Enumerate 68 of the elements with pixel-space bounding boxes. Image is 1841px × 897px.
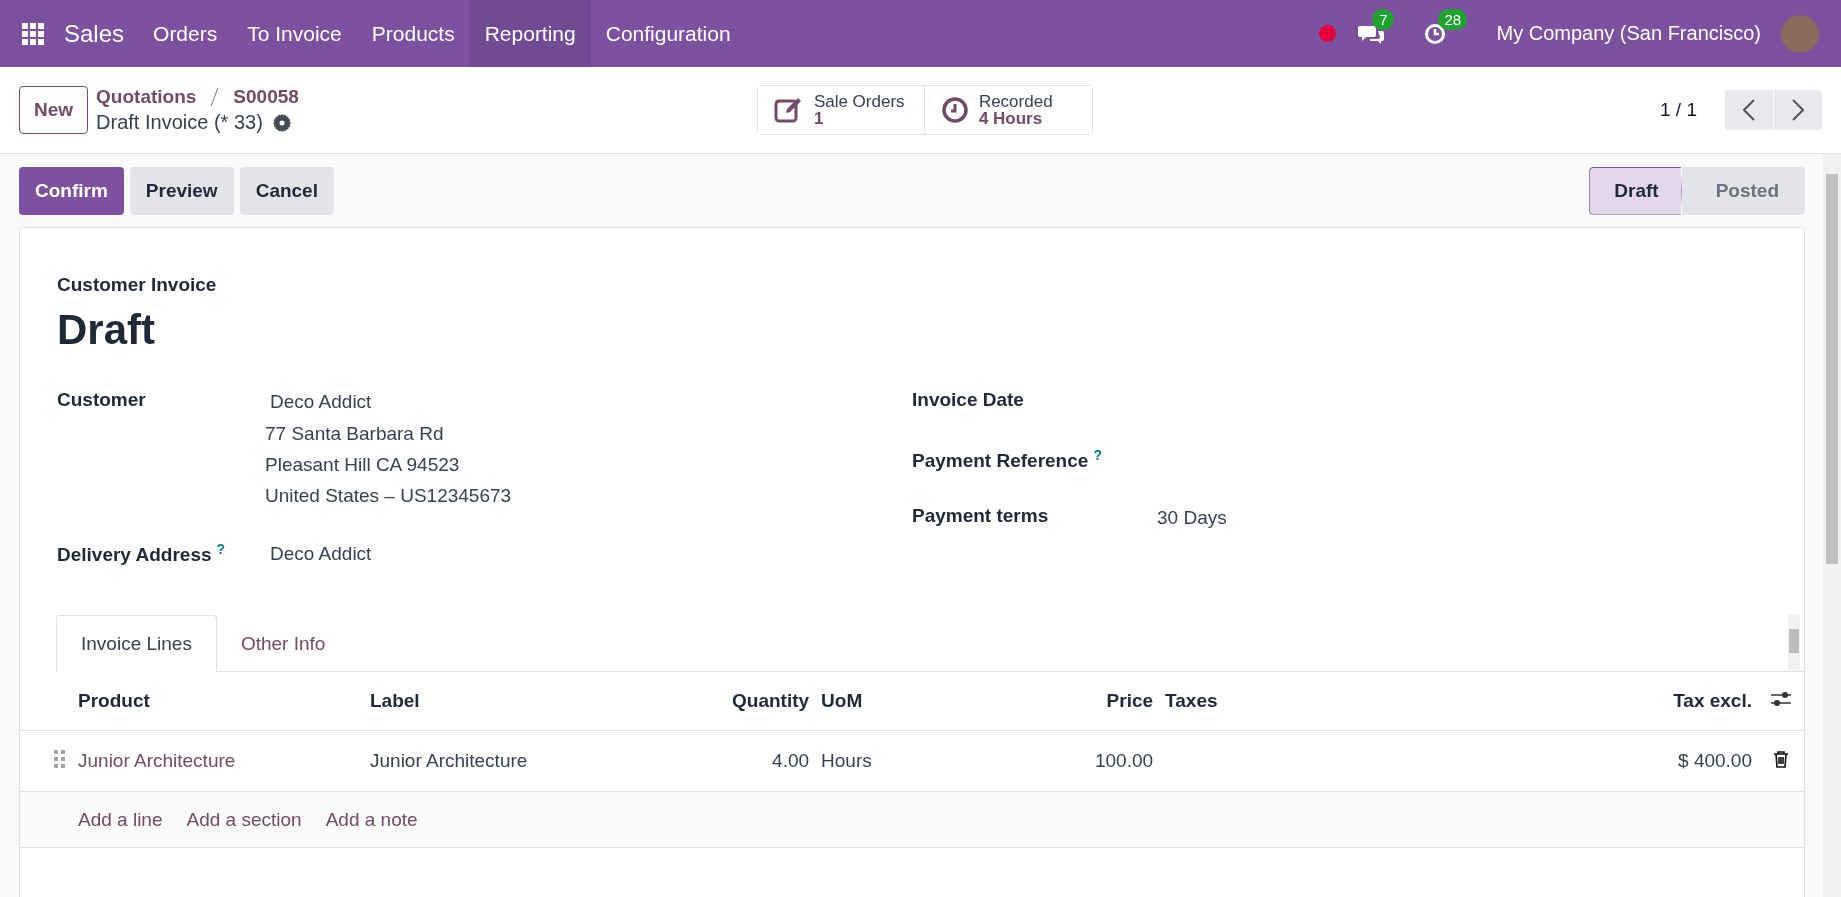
menu-item[interactable]: Configuration [590, 0, 746, 67]
action-button[interactable]: Confirm [19, 166, 124, 215]
column-header[interactable]: UoM [821, 690, 863, 711]
address-line: United States – US12345673 [265, 484, 512, 508]
scrollbar[interactable] [1823, 154, 1841, 897]
column-header[interactable]: Product [78, 690, 150, 711]
document-type: Customer Invoice [57, 274, 218, 296]
status-dot-icon[interactable] [1319, 25, 1337, 42]
clock-icon [940, 96, 969, 124]
field-value[interactable]: 30 Days [1152, 500, 1232, 533]
column-header[interactable]: Label [370, 690, 420, 711]
smart-button[interactable]: Sale Orders 1 [757, 86, 925, 134]
menu-item[interactable]: To Invoice [232, 0, 357, 67]
table-cell[interactable]: Junior Architecture [78, 750, 236, 771]
new-button[interactable]: New [19, 86, 89, 134]
drag-handle-icon[interactable] [54, 749, 66, 768]
pager-counter: 1 / 1 [1660, 99, 1697, 121]
field-label: Delivery Address [57, 544, 212, 566]
add-link[interactable]: Add a line [78, 808, 163, 831]
help-tooltip[interactable]: ? [1093, 447, 1102, 463]
column-header[interactable]: Tax excl. [1673, 690, 1752, 711]
status-step[interactable]: Draft [1589, 166, 1682, 215]
field-value[interactable]: Deco Addict [265, 536, 377, 569]
add-link[interactable]: Add a section [186, 808, 302, 831]
field-label: Customer [57, 389, 146, 410]
add-link[interactable]: Add a note [325, 808, 418, 831]
next-button[interactable] [1774, 90, 1822, 130]
sliders-icon[interactable] [1771, 689, 1791, 708]
column-header[interactable]: Price [1106, 690, 1154, 711]
breadcrumb-link[interactable]: S00058 [233, 86, 299, 108]
clock-icon[interactable] [1424, 22, 1447, 45]
table-cell: 4.00 [772, 750, 810, 771]
field-label: Payment terms [912, 505, 1049, 526]
table-cell: 100.00 [1094, 750, 1154, 771]
table-cell: Hours [821, 750, 872, 771]
settings-icon[interactable] [272, 113, 291, 132]
chevron-right-icon [1792, 99, 1804, 121]
action-button[interactable]: Cancel [239, 166, 334, 215]
document-name: Draft [57, 306, 156, 354]
column-header[interactable]: Quantity [732, 690, 810, 711]
table-cell: Junior Architecture [370, 750, 528, 771]
company-switcher[interactable]: My Company (San Francisco) [1496, 22, 1761, 45]
edit-icon [773, 96, 804, 124]
address-line: 77 Santa Barbara Rd [265, 422, 445, 446]
record-title: Draft Invoice (* 33) [96, 111, 263, 134]
chevron-left-icon [1743, 99, 1755, 121]
column-header[interactable]: Taxes [1165, 690, 1218, 711]
field-label: Invoice Date [912, 389, 1024, 410]
menu-item[interactable]: Orders [138, 0, 233, 67]
menu-item[interactable]: Reporting [469, 0, 591, 67]
tab[interactable]: Other Info [216, 616, 350, 671]
previous-button[interactable] [1725, 90, 1773, 130]
help-tooltip[interactable]: ? [216, 541, 226, 557]
field-label: Payment Reference [912, 450, 1089, 472]
field-value[interactable]: Deco Addict [265, 384, 512, 417]
notification-badge: 28 [1438, 8, 1468, 30]
notification-badge: 7 [1372, 8, 1395, 30]
scrollbar[interactable] [1788, 615, 1800, 671]
status-step[interactable]: Posted [1681, 166, 1805, 215]
table-cell: $ 400.00 [1678, 750, 1752, 771]
address-line: Pleasant Hill CA 94523 [265, 453, 461, 477]
menu-item[interactable]: Products [356, 0, 470, 67]
apps-grid-icon[interactable] [22, 22, 44, 45]
breadcrumb-link[interactable]: Quotations [96, 86, 197, 108]
action-button[interactable]: Preview [129, 166, 234, 215]
app-name[interactable]: Sales [64, 19, 125, 48]
trash-icon[interactable] [1773, 749, 1789, 768]
tab[interactable]: Invoice Lines [56, 615, 217, 672]
